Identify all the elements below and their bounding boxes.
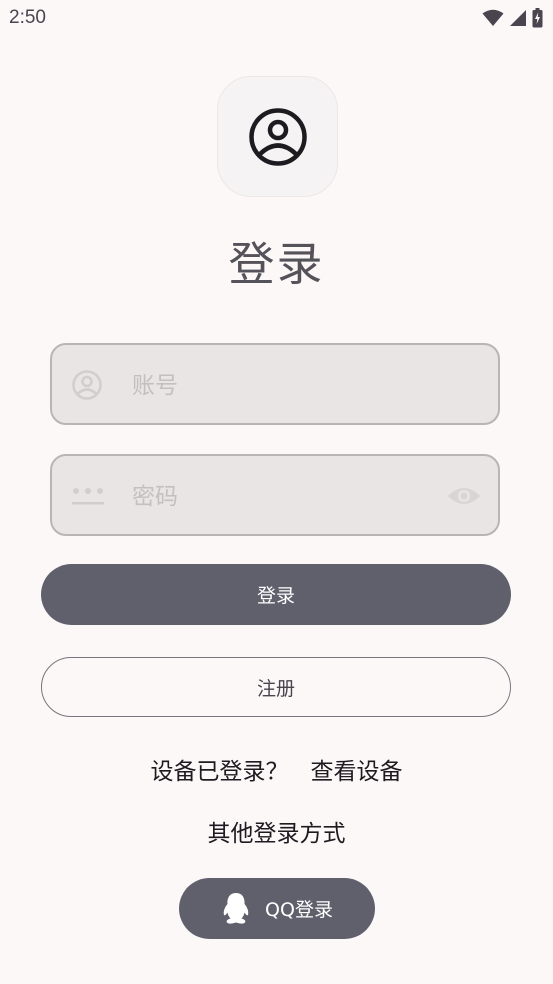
qq-penguin-icon	[223, 892, 249, 924]
account-circle-icon	[248, 107, 307, 166]
signal-icon	[510, 10, 526, 26]
view-devices-link[interactable]: 查看设备	[311, 752, 403, 786]
device-row: 设备已登录？ 查看设备	[0, 752, 553, 786]
password-input[interactable]	[130, 478, 424, 516]
account-circle-icon	[72, 370, 102, 400]
status-time: 2:50	[9, 7, 46, 28]
register-button-label: 注册	[256, 677, 295, 700]
wifi-icon	[482, 9, 504, 26]
password-dots-icon	[72, 488, 104, 505]
eye-icon[interactable]	[447, 484, 481, 508]
register-button[interactable]: 注册	[41, 657, 511, 717]
qq-login-button[interactable]: QQ登录	[179, 878, 375, 939]
avatar-container	[217, 76, 338, 197]
status-icons	[482, 8, 543, 28]
login-button[interactable]: 登录	[41, 564, 511, 625]
status-bar: 2:50	[0, 0, 553, 38]
password-field[interactable]	[50, 454, 500, 536]
battery-charging-icon	[532, 8, 543, 28]
other-login-label: 其他登录方式	[207, 821, 346, 847]
device-question: 设备已登录？	[150, 759, 289, 785]
login-button-label: 登录	[256, 585, 295, 607]
account-input[interactable]	[130, 367, 424, 405]
page-title: 登录	[228, 237, 325, 291]
account-field[interactable]	[50, 343, 500, 425]
qq-login-label: QQ登录	[265, 899, 333, 921]
